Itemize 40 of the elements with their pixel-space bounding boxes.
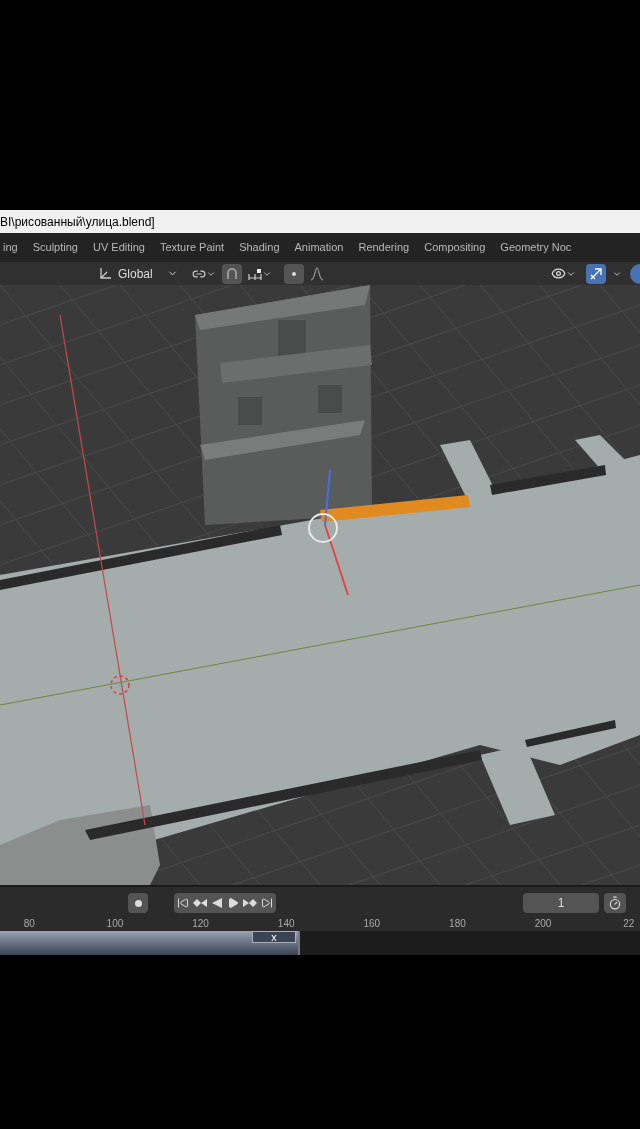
snap-target-dropdown[interactable] bbox=[247, 267, 272, 280]
frame-number: 22 bbox=[622, 919, 636, 929]
magnet-icon bbox=[224, 266, 239, 281]
workspace-tab[interactable]: Compositing bbox=[421, 236, 489, 259]
current-frame-field[interactable]: 1 bbox=[523, 893, 599, 913]
frame-number: 160 bbox=[362, 919, 382, 929]
overlay-icon[interactable] bbox=[630, 263, 640, 284]
jump-end-button[interactable] bbox=[261, 897, 273, 909]
eye-icon bbox=[551, 266, 566, 281]
workspace-tab[interactable]: Animation bbox=[291, 236, 347, 259]
workspace-tab[interactable]: Rendering bbox=[355, 236, 413, 259]
snap-increment-icon bbox=[247, 267, 262, 280]
next-keyframe-button[interactable] bbox=[243, 898, 257, 908]
snap-toggle[interactable] bbox=[221, 263, 242, 284]
frame-number: 140 bbox=[276, 919, 296, 929]
play-button[interactable] bbox=[227, 897, 239, 909]
previous-keyframe-button[interactable] bbox=[193, 898, 207, 908]
window-title: BI\рисованный\улица.blend] bbox=[0, 213, 155, 231]
frame-number: 80 bbox=[22, 919, 36, 929]
frame-number: 180 bbox=[448, 919, 467, 929]
proportional-edit-toggle[interactable] bbox=[283, 263, 304, 284]
workspace-tab[interactable]: Geometry Noc bbox=[497, 236, 575, 259]
stopwatch-icon[interactable] bbox=[604, 893, 626, 913]
falloff-curve-icon bbox=[309, 266, 324, 281]
visibility-dropdown[interactable] bbox=[551, 266, 576, 281]
jump-start-button[interactable] bbox=[177, 897, 189, 909]
workspace-tab[interactable]: Texture Paint bbox=[156, 236, 228, 259]
gizmo-toggle[interactable] bbox=[586, 263, 606, 284]
orientation-axes-icon bbox=[98, 266, 112, 281]
orientation-dropdown[interactable]: Global bbox=[118, 264, 178, 283]
close-button[interactable]: x bbox=[252, 931, 296, 943]
frame-number: 100 bbox=[105, 919, 125, 929]
frame-number: 200 bbox=[533, 919, 553, 929]
workspace-tab[interactable]: ing bbox=[0, 236, 21, 259]
workspace-tab[interactable]: UV Editing bbox=[89, 236, 148, 259]
play-reverse-button[interactable] bbox=[211, 897, 223, 909]
workspace-tab[interactable]: Sculpting bbox=[29, 236, 81, 259]
workspace-tab[interactable]: Shading bbox=[236, 236, 283, 259]
record-button[interactable] bbox=[128, 893, 148, 913]
frame-number: 120 bbox=[191, 919, 210, 929]
